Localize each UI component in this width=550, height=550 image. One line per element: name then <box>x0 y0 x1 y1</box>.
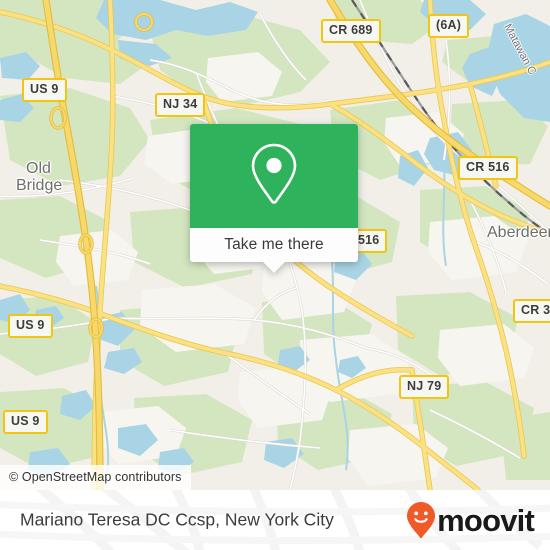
road-shield: NJ 34 <box>155 93 206 117</box>
popup-header <box>190 124 358 228</box>
moovit-logo[interactable]: moovit <box>406 501 535 539</box>
map-pin-icon <box>248 141 300 212</box>
road-shield: (6A) <box>428 14 470 38</box>
road-shield: NJ 79 <box>399 375 450 399</box>
road-shield: US 9 <box>3 410 48 434</box>
place-label-old-bridge-2: Bridge <box>16 177 63 194</box>
osm-attribution[interactable]: © OpenStreetMap contributors <box>0 464 191 490</box>
location-popup[interactable]: Take me there <box>190 124 358 273</box>
road-shield: CR 3 <box>513 299 550 323</box>
page-title: Mariano Teresa DC Ccsp, New York City <box>20 509 334 530</box>
road-shield: CR 516 <box>458 156 518 180</box>
road-shield: CR 689 <box>321 19 381 43</box>
footer-bar: Mariano Teresa DC Ccsp, New York City mo… <box>0 490 550 550</box>
road-shield: US 9 <box>8 314 53 338</box>
map-canvas[interactable]: US 9 NJ 34 CR 689 (6A) CR 516 516 CR 3 U… <box>0 0 550 490</box>
moovit-wordmark: moovit <box>437 502 535 538</box>
moovit-pin-icon <box>406 501 436 539</box>
popup-footer[interactable]: Take me there <box>190 228 358 273</box>
take-me-there-label: Take me there <box>224 236 324 254</box>
place-label-old-bridge: Old <box>26 160 51 177</box>
popup-tail <box>263 262 285 273</box>
road-shield: US 9 <box>22 78 67 102</box>
place-label-aberdeen: Aberdeen <box>487 224 550 241</box>
